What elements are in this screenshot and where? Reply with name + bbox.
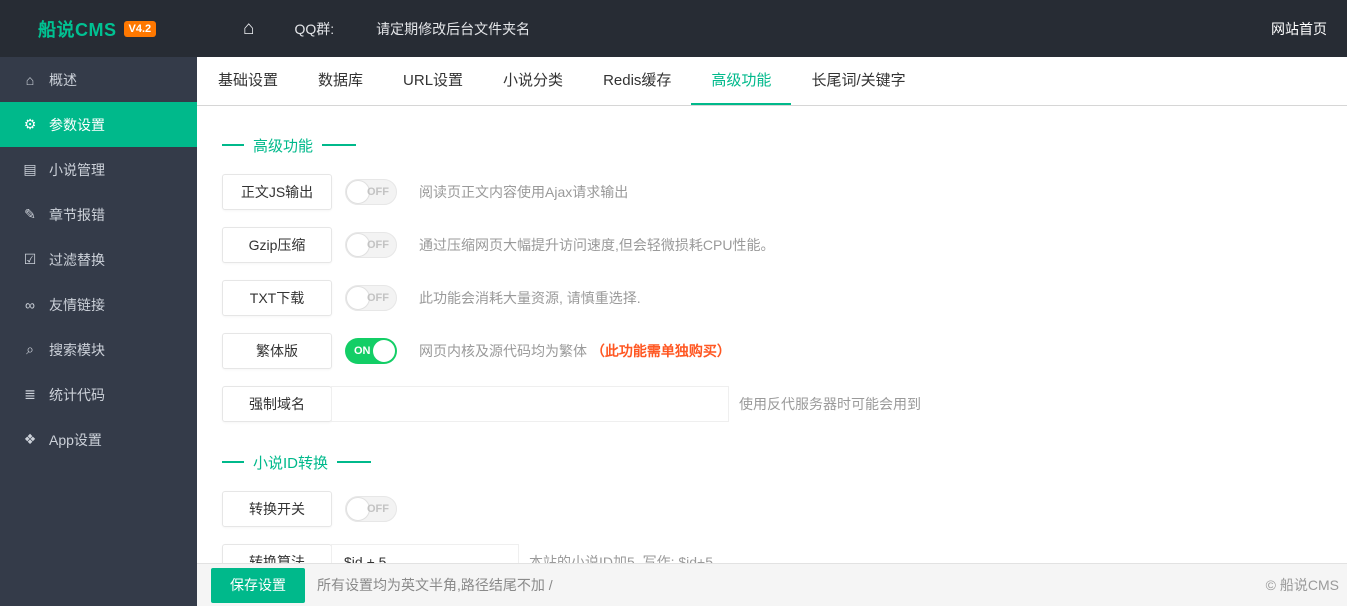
sidebar-item-search-module[interactable]: ⌕ 搜索模块 [0, 327, 197, 372]
force-domain-input[interactable] [331, 386, 729, 422]
logo-text: 船说CMS [38, 19, 117, 40]
sidebar-item-label: 章节报错 [49, 206, 105, 223]
toggle-state-label: ON [354, 345, 371, 357]
tab-advanced-features[interactable]: 高级功能 [691, 57, 792, 105]
book-icon: ▤ [23, 161, 37, 177]
save-settings-button[interactable]: 保存设置 [211, 567, 305, 603]
form-row-txt-download: TXT下载 OFF 此功能会消耗大量资源, 请慎重选择. [222, 280, 1347, 316]
sidebar-item-chapter-errors[interactable]: ✎ 章节报错 [0, 192, 197, 237]
toggle-js-output[interactable]: OFF [345, 179, 397, 205]
gear-icon: ⚙ [23, 116, 37, 132]
link-icon: ∞ [25, 296, 35, 313]
settings-form: 高级功能 正文JS输出 OFF 阅读页正文内容使用Ajax请求输出 Gzip压缩… [197, 106, 1347, 580]
sidebar-item-label: 小说管理 [49, 161, 105, 178]
sidebar-item-label: 参数设置 [49, 116, 105, 133]
tab-database[interactable]: 数据库 [298, 57, 383, 105]
tab-novel-categories[interactable]: 小说分类 [483, 57, 583, 105]
sidebar-item-novel-management[interactable]: ▤ 小说管理 [0, 147, 197, 192]
settings-tabs: 基础设置 数据库 URL设置 小说分类 Redis缓存 高级功能 长尾词/关键字 [197, 57, 1347, 106]
sidebar-item-filter-replace[interactable]: ☑ 过滤替换 [0, 237, 197, 282]
site-home-link[interactable]: 网站首页 [1271, 19, 1327, 39]
sidebar-item-label: 统计代码 [49, 386, 105, 403]
sidebar-item-overview[interactable]: ⌂ 概述 [0, 57, 197, 102]
form-row-js-output: 正文JS输出 OFF 阅读页正文内容使用Ajax请求输出 [222, 174, 1347, 210]
footer-note: 所有设置均为英文半角,路径结尾不加 / [317, 577, 553, 593]
purchase-warning: （此功能需单独购买） [590, 343, 731, 359]
toggle-traditional-version[interactable]: ON [345, 338, 397, 364]
sidebar-item-label: 过滤替换 [49, 251, 105, 268]
field-label: TXT下载 [222, 280, 332, 316]
sidebar-item-label: 概述 [49, 71, 77, 88]
field-label: 转换开关 [222, 491, 332, 527]
home-icon[interactable]: ⌂ [243, 18, 254, 40]
toggle-state-label: OFF [367, 239, 389, 251]
footer-bar: 保存设置 所有设置均为英文半角,路径结尾不加 / © 船说CMS [197, 563, 1347, 606]
field-label: 繁体版 [222, 333, 332, 369]
toggle-knob [373, 340, 395, 362]
toggle-gzip[interactable]: OFF [345, 232, 397, 258]
field-description: 使用反代服务器时可能会用到 [739, 396, 921, 412]
report-icon: ✎ [24, 206, 36, 222]
form-row-gzip: Gzip压缩 OFF 通过压缩网页大幅提升访问速度,但会轻微损耗CPU性能。 [222, 227, 1347, 263]
sidebar-item-friend-links[interactable]: ∞ 友情链接 [0, 282, 197, 327]
app-icon: ❖ [23, 431, 37, 447]
tab-redis-cache[interactable]: Redis缓存 [583, 57, 691, 105]
tab-basic-settings[interactable]: 基础设置 [198, 57, 298, 105]
home-icon: ⌂ [25, 71, 35, 88]
qq-group-label: QQ群: [294, 20, 335, 37]
sidebar-item-app-settings[interactable]: ❖ App设置 [0, 417, 197, 462]
notice-text: 请定期修改后台文件夹名 [376, 20, 531, 37]
field-label: Gzip压缩 [222, 227, 332, 263]
stats-icon: ≣ [24, 386, 36, 402]
field-description: 此功能会消耗大量资源, 请慎重选择. [419, 290, 641, 306]
sidebar-item-statistics-code[interactable]: ≣ 统计代码 [0, 372, 197, 417]
field-label: 正文JS输出 [222, 174, 332, 210]
sidebar: ⌂ 概述 ⚙ 参数设置 ▤ 小说管理 ✎ 章节报错 ☑ 过滤替换 ∞ 友情链接 … [0, 57, 197, 606]
sidebar-item-parameters[interactable]: ⚙ 参数设置 [0, 102, 197, 147]
tab-longtail-keywords[interactable]: 长尾词/关键字 [791, 57, 925, 105]
toggle-state-label: OFF [367, 292, 389, 304]
main-panel: 基础设置 数据库 URL设置 小说分类 Redis缓存 高级功能 长尾词/关键字… [197, 57, 1347, 606]
field-description: 网页内核及源代码均为繁体 （此功能需单独购买） [419, 343, 731, 359]
search-icon: ⌕ [26, 341, 34, 357]
sidebar-item-label: 友情链接 [49, 296, 105, 313]
copyright-text: © 船说CMS [1265, 577, 1339, 593]
field-description: 通过压缩网页大幅提升访问速度,但会轻微损耗CPU性能。 [419, 237, 775, 253]
field-description: 阅读页正文内容使用Ajax请求输出 [419, 184, 629, 200]
section-title-id-convert: 小说ID转换 [222, 453, 1347, 472]
topbar: 船说CMS V4.2 ⌂ QQ群: 请定期修改后台文件夹名 网站首页 [0, 0, 1347, 57]
toggle-state-label: OFF [367, 503, 389, 515]
field-label: 强制域名 [222, 386, 332, 422]
form-row-traditional: 繁体版 ON 网页内核及源代码均为繁体 （此功能需单独购买） [222, 333, 1347, 369]
tab-url-settings[interactable]: URL设置 [383, 57, 483, 105]
toggle-txt-download[interactable]: OFF [345, 285, 397, 311]
form-row-convert-switch: 转换开关 OFF [222, 491, 1347, 527]
logo[interactable]: 船说CMS V4.2 [0, 16, 197, 42]
sidebar-item-label: App设置 [49, 431, 102, 448]
toggle-convert-switch[interactable]: OFF [345, 496, 397, 522]
toggle-state-label: OFF [367, 186, 389, 198]
sidebar-item-label: 搜索模块 [49, 341, 105, 358]
form-row-force-domain: 强制域名 使用反代服务器时可能会用到 [222, 386, 1347, 422]
section-title-advanced: 高级功能 [222, 136, 1347, 155]
version-badge: V4.2 [123, 20, 157, 37]
filter-icon: ☑ [23, 251, 37, 267]
